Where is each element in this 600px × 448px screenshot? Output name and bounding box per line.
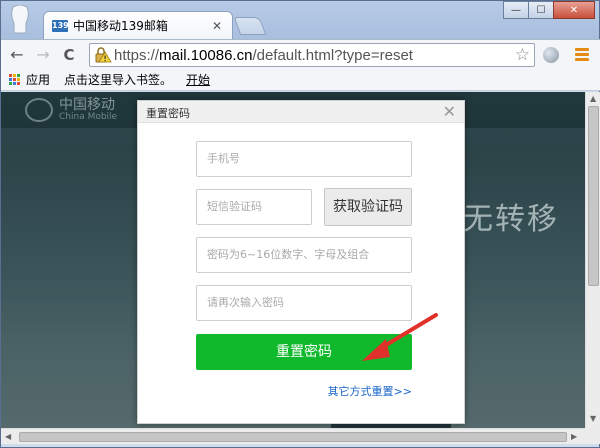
alternate-reset-link[interactable]: 其它方式重置>> — [328, 383, 412, 399]
apps-grid-icon[interactable] — [9, 73, 21, 86]
vertical-scrollbar[interactable]: ▲ ▼ — [585, 92, 600, 428]
mail139-favicon-icon: 139 — [52, 19, 69, 32]
reset-password-dialog: 重置密码 ✕ 手机号 短信验证码 获取验证码 密码为6~16位数字、字母及组合 … — [137, 100, 465, 424]
profile-icon[interactable] — [9, 5, 31, 35]
address-bar[interactable]: https://mail.10086.cn/default.html?type=… — [89, 43, 535, 67]
phone-input[interactable]: 手机号 — [196, 141, 412, 177]
sms-code-input[interactable]: 短信验证码 — [196, 189, 312, 225]
tab-title: 中国移动139邮箱 — [73, 19, 168, 33]
bookmark-import[interactable]: 点击这里导入书签。 — [64, 71, 172, 88]
new-password-input[interactable]: 密码为6~16位数字、字母及组合 — [196, 237, 412, 273]
scroll-left-icon[interactable]: ◀ — [5, 432, 11, 441]
dialog-title: 重置密码 — [146, 107, 190, 120]
back-button[interactable]: ← — [7, 45, 27, 65]
vertical-scroll-thumb[interactable] — [588, 106, 599, 286]
lock-warning-icon — [95, 47, 112, 63]
background-slogan: 无转移 — [463, 202, 559, 237]
get-code-button[interactable]: 获取验证码 — [324, 188, 412, 226]
reload-button[interactable]: C — [59, 45, 79, 65]
page-content: 中国移动 China Mobile 无转移 重置密码 ✕ 手机号 短信验证码 获… — [1, 92, 585, 428]
window-controls: — ☐ ✕ — [503, 1, 595, 19]
menu-icon[interactable] — [575, 48, 589, 62]
globe-extension-icon[interactable] — [543, 47, 559, 63]
browser-toolbar: ← → C https://mail.10086.cn/default.html… — [1, 39, 600, 69]
bookmarks-bar: 应用 点击这里导入书签。 开始 — [1, 69, 600, 91]
close-window-button[interactable]: ✕ — [553, 1, 595, 19]
bookmark-star-icon[interactable]: ☆ — [515, 45, 530, 65]
china-mobile-logo-icon — [25, 98, 53, 122]
logo-text-cn: 中国移动 — [59, 97, 115, 113]
logo-text-en: China Mobile — [59, 112, 118, 122]
scroll-up-icon[interactable]: ▲ — [590, 94, 596, 103]
browser-tab[interactable]: 139 中国移动139邮箱 ✕ — [43, 11, 233, 39]
china-mobile-logo: 中国移动 China Mobile — [25, 98, 117, 122]
url-host: mail.10086.cn — [159, 46, 253, 64]
url-path: /default.html?type=reset — [252, 46, 413, 64]
dialog-header: 重置密码 ✕ — [138, 101, 464, 123]
horizontal-scrollbar[interactable]: ◀ ▶ — [1, 428, 585, 444]
maximize-button[interactable]: ☐ — [528, 1, 554, 19]
forward-button[interactable]: → — [33, 45, 53, 65]
scroll-right-icon[interactable]: ▶ — [571, 432, 577, 441]
annotation-arrow-icon — [362, 313, 438, 361]
bookmark-start[interactable]: 开始 — [186, 71, 210, 88]
url-text[interactable]: https://mail.10086.cn/default.html?type=… — [114, 47, 515, 64]
horizontal-scroll-thumb[interactable] — [19, 432, 567, 442]
new-tab-button[interactable] — [233, 17, 267, 35]
scroll-down-icon[interactable]: ▼ — [590, 414, 596, 423]
dialog-close-icon[interactable]: ✕ — [443, 102, 456, 121]
minimize-button[interactable]: — — [503, 1, 529, 19]
tab-close-icon[interactable]: ✕ — [210, 19, 224, 33]
url-scheme: https:// — [114, 46, 160, 64]
bookmark-apps[interactable]: 应用 — [26, 71, 50, 88]
title-bar: 139 中国移动139邮箱 ✕ — ☐ ✕ — [1, 1, 600, 39]
scrollbar-corner — [585, 428, 600, 444]
browser-window: 139 中国移动139邮箱 ✕ — ☐ ✕ ← → C https://mail… — [0, 0, 600, 448]
